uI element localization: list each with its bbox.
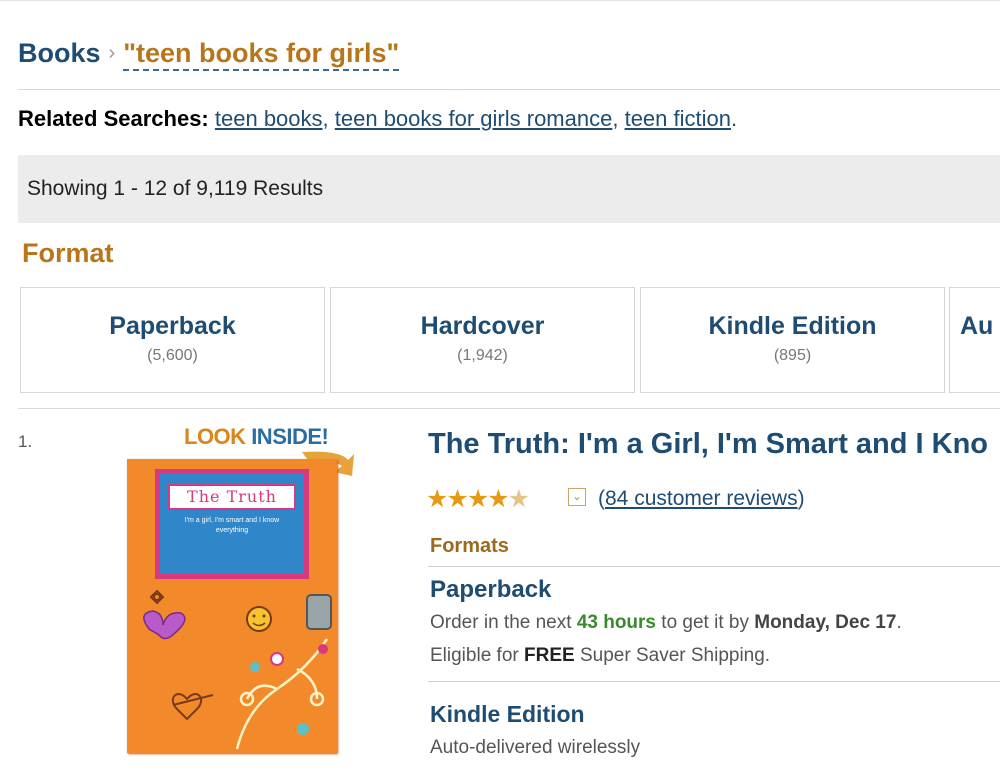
- divider: [18, 89, 1000, 90]
- breadcrumb-separator: ›: [108, 42, 116, 64]
- divider: [18, 408, 1000, 409]
- breadcrumb-category-link[interactable]: Books: [18, 38, 101, 68]
- format-tile-paperback[interactable]: Paperback (5,600): [20, 287, 325, 393]
- related-searches: Related Searches: teen books, teen books…: [18, 106, 738, 131]
- hours-remaining: 43 hours: [576, 612, 657, 633]
- format-tile-count: (1,942): [457, 347, 508, 364]
- results-count-bar: Showing 1 - 12 of 9,119 Results: [18, 155, 1000, 223]
- format-tile-hardcover[interactable]: Hardcover (1,942): [330, 287, 635, 393]
- related-link-teen-books-girls-romance[interactable]: teen books for girls romance: [335, 106, 613, 131]
- format-tile-name: Hardcover: [420, 312, 545, 340]
- formats-label: Formats: [430, 535, 509, 557]
- related-link-teen-fiction[interactable]: teen fiction: [625, 106, 731, 131]
- kindle-delivery-note: Auto-delivered wirelessly: [430, 737, 641, 758]
- format-tiles: Paperback (5,600) Hardcover (1,942) Kind…: [20, 287, 1000, 393]
- delivery-estimate: Order in the next 43 hours to get it by …: [430, 612, 902, 633]
- free-label: FREE: [524, 645, 575, 666]
- top-border: [0, 0, 1000, 5]
- format-paperback-link[interactable]: Paperback: [430, 576, 551, 604]
- delivery-date: Monday, Dec 17: [754, 612, 897, 633]
- format-tile-count: (895): [773, 347, 812, 364]
- format-tile-name: Kindle Edition: [708, 312, 877, 340]
- divider: [428, 566, 1000, 567]
- related-link-teen-books[interactable]: teen books: [215, 106, 323, 131]
- product-title-link[interactable]: The Truth: I'm a Girl, I'm Smart and I K…: [428, 428, 988, 461]
- cover-subtitle: I'm a girl, I'm smart and I know everyth…: [184, 517, 280, 534]
- cover-title: The Truth: [168, 484, 296, 510]
- customer-reviews: (84 customer reviews): [598, 487, 805, 510]
- cover-title-box: The Truth I'm a girl, I'm smart and I kn…: [155, 469, 309, 579]
- format-tile-name: Au: [960, 312, 994, 340]
- results-count-text: Showing 1 - 12 of 9,119 Results: [27, 177, 324, 200]
- breadcrumb: Books › "teen books for girls": [18, 38, 400, 71]
- format-tile-name: Paperback: [109, 312, 236, 340]
- result-number: 1.: [18, 432, 33, 451]
- rating-dropdown-icon[interactable]: ⌄: [568, 488, 586, 506]
- related-searches-label: Related Searches:: [18, 106, 209, 131]
- breadcrumb-query: "teen books for girls": [123, 38, 400, 71]
- cover-illustration: [143, 589, 332, 750]
- customer-reviews-link[interactable]: 84 customer reviews: [605, 487, 798, 510]
- star-rating[interactable]: ★★★★★: [426, 484, 530, 514]
- format-heading: Format: [22, 238, 114, 268]
- format-tile-kindle-edition[interactable]: Kindle Edition (895): [640, 287, 945, 393]
- format-tile-count: (5,600): [147, 347, 198, 364]
- shipping-eligibility: Eligible for FREE Super Saver Shipping.: [430, 645, 771, 666]
- format-tile-audio[interactable]: Au: [949, 287, 1000, 393]
- divider: [428, 681, 1000, 682]
- format-kindle-link[interactable]: Kindle Edition: [430, 701, 585, 728]
- book-cover-image[interactable]: The Truth I'm a girl, I'm smart and I kn…: [127, 459, 337, 753]
